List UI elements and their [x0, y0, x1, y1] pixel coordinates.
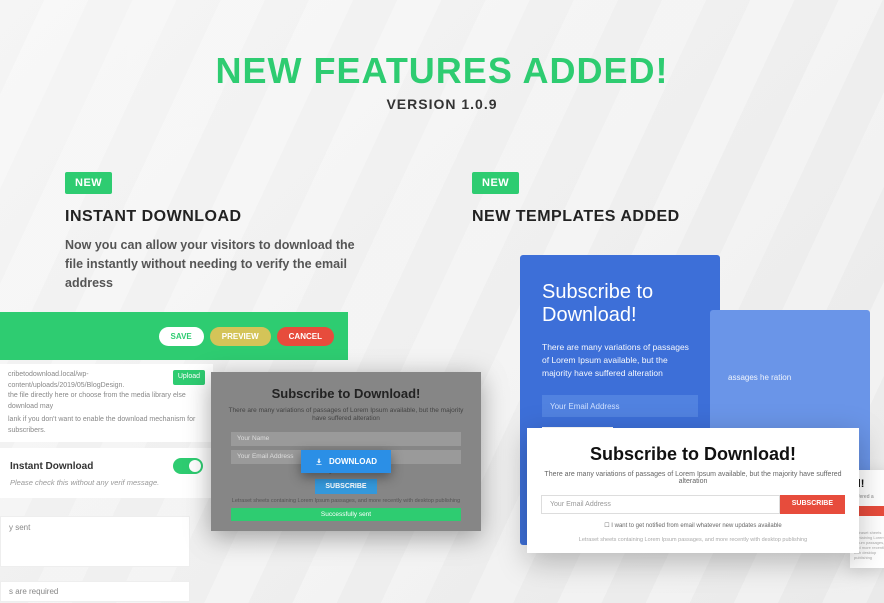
popup-footer: Letraset sheets containing Lorem Ipsum p… [221, 498, 471, 504]
hero-subtitle: VERSION 1.0.9 [0, 96, 884, 112]
card-desc: There are many variations of passages of… [542, 341, 698, 379]
subscribe-popup-grey: Subscribe to Download! There are many va… [211, 372, 481, 531]
form-field: y sent [0, 516, 190, 567]
instant-download-title: INSTANT DOWNLOAD [65, 208, 442, 226]
field-text: y sent [9, 523, 181, 532]
upload-button[interactable]: Upload [173, 370, 205, 385]
instant-desc: Please check this without any verif mess… [10, 478, 203, 488]
popup-title: Subscribe to Download! [221, 386, 471, 401]
email-input[interactable]: Your Email Address [542, 395, 698, 417]
subscribe-button[interactable]: SUBSCRIBE [780, 495, 845, 514]
card-desc: assages he ration [728, 372, 852, 384]
download-button-label: DOWNLOAD [329, 457, 377, 466]
form-field: s are required [0, 581, 190, 602]
template-white-popup: Subscribe to Download! There are many va… [527, 428, 859, 553]
panel-text: the file directly here or choose from th… [8, 391, 205, 412]
popup-title: Subscribe to Download! [541, 444, 845, 465]
instant-download-desc: Now you can allow your visitors to downl… [65, 236, 355, 292]
new-badge: NEW [65, 172, 112, 194]
popup-desc: There are many variations of passages of… [541, 471, 845, 485]
action-bar: SAVE PREVIEW CANCEL [0, 312, 348, 360]
popup-footer: Letraset sheets containing Lorem Ipsum p… [541, 537, 845, 543]
popup-desc: There are many variations of passages of… [221, 407, 471, 424]
hero-title: NEW FEATURES ADDED! [0, 50, 884, 92]
panel-text: lank if you don't want to enable the dow… [8, 415, 205, 436]
instant-panel: Instant Download Please check this witho… [0, 448, 213, 498]
upload-panel: Upload cribetodownload.local/wp-content/… [0, 364, 213, 442]
check-text: I want to get notified from email whatev… [611, 523, 781, 529]
subscribe-button[interactable]: SUBSCRIBE [315, 479, 376, 494]
new-badge: NEW [472, 172, 519, 194]
notify-checkbox-label[interactable]: ☐ I want to get notified from email what… [541, 522, 845, 529]
preview-button[interactable]: PREVIEW [210, 327, 271, 346]
name-input[interactable]: Your Name [231, 432, 461, 446]
email-input[interactable]: Your Email Address [541, 495, 780, 514]
download-icon [315, 458, 323, 466]
instant-label: Instant Download [10, 461, 93, 472]
instant-toggle[interactable] [173, 458, 203, 474]
save-button[interactable]: SAVE [159, 327, 204, 346]
templates-title: NEW TEMPLATES ADDED [472, 208, 884, 226]
success-message: Successfully sent [231, 508, 461, 521]
cancel-button[interactable]: CANCEL [277, 327, 334, 346]
download-button[interactable]: DOWNLOAD [301, 450, 391, 473]
